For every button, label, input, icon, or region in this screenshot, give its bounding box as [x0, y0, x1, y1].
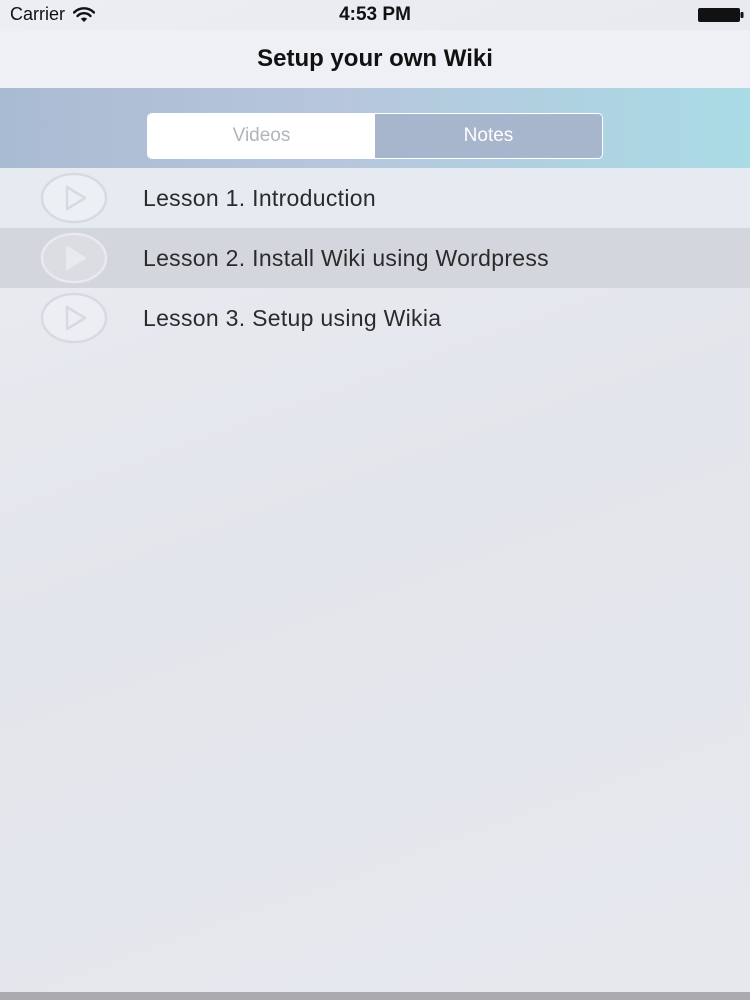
tab-videos[interactable]: Videos [148, 114, 375, 158]
play-icon [40, 172, 108, 224]
lesson-title: Lesson 2. Install Wiki using Wordpress [143, 244, 549, 271]
lesson-row[interactable]: Lesson 2. Install Wiki using Wordpress [0, 228, 750, 288]
lesson-list: Lesson 1. Introduction Lesson 2. Install… [0, 168, 750, 348]
navigation-bar: Setup your own Wiki [0, 30, 750, 88]
tab-notes[interactable]: Notes [375, 114, 602, 158]
play-icon [40, 232, 108, 284]
page-title: Setup your own Wiki [257, 45, 493, 72]
status-bar: Carrier 4:53 PM [0, 0, 750, 30]
segmented-control: Videos Notes [147, 113, 603, 159]
play-icon [40, 292, 108, 344]
lesson-title: Lesson 3. Setup using Wikia [143, 304, 442, 331]
lesson-title: Lesson 1. Introduction [143, 184, 376, 211]
lesson-row[interactable]: Lesson 3. Setup using Wikia [0, 288, 750, 348]
status-time: 4:53 PM [339, 4, 411, 25]
lesson-row[interactable]: Lesson 1. Introduction [0, 168, 750, 228]
segment-band: Videos Notes [0, 88, 750, 168]
battery-icon [698, 8, 744, 22]
bottom-edge [0, 992, 750, 1000]
